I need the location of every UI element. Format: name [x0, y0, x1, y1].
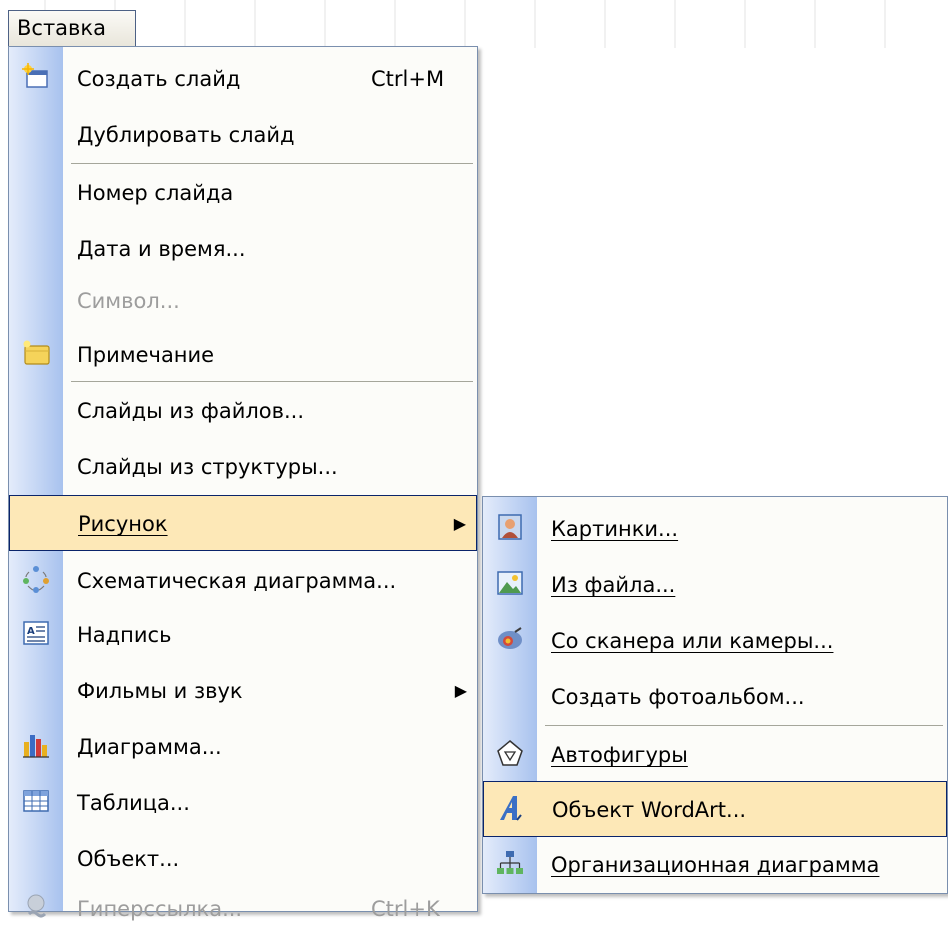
menubar-insert-label: Вставка: [17, 16, 106, 40]
menu-item-label: Надпись: [77, 623, 172, 647]
insert-menu: Создать слайд Ctrl+M Дублировать слайд Н…: [8, 46, 478, 921]
menu-item-label: Создать фотоальбом...: [551, 685, 805, 709]
menu-item-label: Таблица...: [77, 791, 190, 815]
menu-item-symbol[interactable]: Символ...: [9, 273, 477, 329]
menu-item-label: Примечание: [77, 343, 215, 367]
menu-item-date-time[interactable]: Дата и время...: [9, 221, 477, 277]
menu-item-label: Диаграмма...: [77, 735, 222, 759]
submenu-item-from-file[interactable]: Из файла...: [483, 557, 947, 613]
submenu-item-scanner-camera[interactable]: Со сканера или камеры...: [483, 613, 947, 669]
menu-item-slides-from-files[interactable]: Слайды из файлов...: [9, 383, 477, 439]
menu-item-label: Объект WordArt...: [552, 798, 747, 822]
submenu-item-wordart[interactable]: Объект WordArt...: [483, 781, 947, 837]
menu-item-table[interactable]: Таблица...: [9, 775, 477, 831]
menu-item-picture[interactable]: Рисунок ▶: [9, 495, 477, 551]
clipart-icon: [498, 514, 522, 540]
submenu-item-autoshapes[interactable]: Автофигуры: [483, 727, 947, 783]
menu-item-label: Из файла...: [551, 573, 676, 597]
menu-item-label: Дублировать слайд: [77, 123, 295, 147]
menu-item-label: Картинки...: [551, 517, 679, 541]
menu-item-shortcut: Ctrl+M: [371, 67, 445, 91]
table-icon: [23, 790, 49, 812]
org-chart-icon: [497, 851, 523, 874]
menu-item-label: Дата и время...: [77, 237, 246, 261]
menu-separator: [71, 381, 473, 382]
submenu-item-clipart[interactable]: Картинки...: [483, 501, 947, 557]
menu-item-hyperlink[interactable]: Гиперссылка... Ctrl+K: [9, 881, 477, 937]
menu-item-diagram[interactable]: Схематическая диаграмма...: [9, 553, 477, 609]
submenu-item-org-chart[interactable]: Организационная диаграмма: [483, 837, 947, 893]
wordart-icon: [500, 796, 522, 821]
menu-item-slides-from-outline[interactable]: Слайды из структуры...: [9, 439, 477, 495]
submenu-item-create-photo-album[interactable]: Создать фотоальбом...: [483, 669, 947, 725]
textbox-icon: A: [23, 621, 49, 645]
menu-item-label: Слайды из файлов...: [77, 399, 305, 423]
menu-item-label: Символ...: [77, 289, 180, 313]
menu-item-label: Рисунок: [78, 512, 168, 536]
menu-item-label: Фильмы и звук: [77, 679, 243, 703]
submenu-arrow-icon: ▶: [454, 681, 467, 700]
menubar-insert[interactable]: Вставка: [8, 10, 136, 46]
menu-item-label: Объект...: [77, 847, 180, 871]
menu-item-duplicate-slide[interactable]: Дублировать слайд: [9, 107, 477, 163]
picture-from-file-icon: [497, 571, 523, 595]
menu-item-label: Со сканера или камеры...: [551, 629, 834, 653]
new-slide-icon: [22, 63, 48, 88]
menu-item-label: Гиперссылка...: [77, 897, 243, 921]
menu-item-label: Слайды из структуры...: [77, 455, 338, 479]
menu-item-label: Создать слайд: [77, 67, 241, 91]
background-strip: [0, 0, 948, 48]
menu-separator: [71, 163, 473, 164]
menu-item-movies-sound[interactable]: Фильмы и звук ▶: [9, 663, 477, 719]
menu-item-comment[interactable]: Примечание: [9, 327, 477, 383]
menu-item-shortcut: Ctrl+K: [371, 897, 440, 921]
autoshapes-icon: [497, 740, 523, 766]
menu-item-object[interactable]: Объект...: [9, 831, 477, 887]
menu-separator: [545, 725, 943, 726]
picture-submenu: Картинки... Из файла... Со сканера или к…: [482, 496, 948, 894]
menu-item-label: Номер слайда: [77, 181, 234, 205]
diagram-icon: [23, 566, 49, 593]
menu-item-textbox[interactable]: A Надпись: [9, 607, 477, 663]
menu-item-chart[interactable]: Диаграмма...: [9, 719, 477, 775]
comment-icon: [23, 340, 50, 365]
menu-item-label: Схематическая диаграмма...: [77, 569, 397, 593]
chart-icon: [23, 735, 49, 758]
submenu-arrow-icon: ▶: [453, 514, 466, 533]
svg-text:A: A: [27, 626, 35, 637]
scanner-camera-icon: [498, 627, 522, 649]
menu-item-label: Организационная диаграмма: [551, 853, 880, 877]
menu-item-slide-number[interactable]: Номер слайда: [9, 165, 477, 221]
menu-item-label: Автофигуры: [551, 743, 688, 767]
hyperlink-icon: [27, 894, 47, 918]
menu-item-new-slide[interactable]: Создать слайд Ctrl+M: [9, 51, 477, 107]
